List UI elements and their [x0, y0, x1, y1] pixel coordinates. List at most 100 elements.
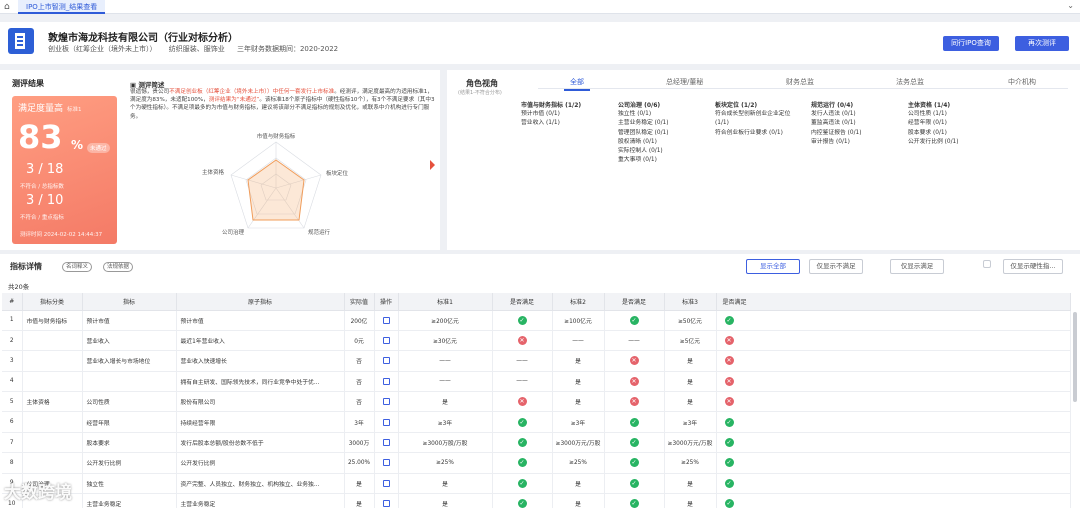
- table-cell: 经营年限: [82, 411, 177, 433]
- table-cell: ≥3000万元/万股: [552, 432, 605, 454]
- table-cell: 独立性: [82, 473, 177, 495]
- table-cell: 4: [2, 371, 23, 393]
- table-cell: ——: [398, 350, 493, 372]
- col-met2: 是否满足: [604, 293, 665, 311]
- table-cell: 3: [2, 350, 23, 372]
- table-cell: ≥3年: [552, 411, 605, 433]
- check-icon: ✓: [517, 499, 527, 508]
- show-met-button[interactable]: 仅显示满足: [890, 259, 944, 274]
- table-cell: 7: [2, 432, 23, 454]
- edit-icon[interactable]: [382, 316, 390, 324]
- edit-icon[interactable]: [382, 337, 390, 345]
- table-cell[interactable]: [374, 310, 399, 331]
- table-cell: ✓: [716, 473, 1071, 495]
- show-all-button[interactable]: 显示全部: [746, 259, 800, 274]
- table-cell: ✓: [492, 411, 553, 433]
- edit-icon[interactable]: [382, 398, 390, 406]
- col-std1: 标准1: [398, 293, 493, 311]
- tab-all[interactable]: 全部: [564, 77, 590, 91]
- regulation-chip[interactable]: 法规依据: [103, 262, 134, 272]
- check-icon: ✓: [724, 417, 734, 427]
- table-cell: ——: [492, 371, 553, 393]
- edit-icon[interactable]: [382, 459, 390, 467]
- table-scrollbar[interactable]: [1073, 312, 1077, 402]
- table-cell[interactable]: [374, 432, 399, 454]
- table-cell: 3年: [344, 411, 375, 433]
- peer-ipo-query-button[interactable]: 同行IPO查询: [943, 36, 999, 51]
- table-cell: 是: [552, 391, 605, 413]
- retest-button[interactable]: 再次测评: [1015, 36, 1069, 51]
- table-cell: 否: [344, 350, 375, 372]
- table-cell: 1: [2, 310, 23, 331]
- tab-intermediary[interactable]: 中介机构: [1008, 77, 1036, 87]
- company-header: 敦煌市海龙科技有限公司（行业对标分析） 创业板（红筹企业（境外未上市）） 纺织服…: [0, 22, 1080, 64]
- cross-icon: ✕: [724, 397, 734, 407]
- edit-icon[interactable]: [382, 500, 390, 508]
- check-icon: ✓: [724, 315, 734, 325]
- table-cell: ✓: [604, 411, 665, 433]
- table-row: 8 公开发行比例 公开发行比例 25.00% ≥25% ✓ ≥25% ✓ ≥25% ✓: [2, 452, 1071, 474]
- tab-bar: ⌂ IPO上市智测_结果查看 ⌄: [0, 0, 1080, 14]
- table-cell: 拥有自主研发、国际领先技术，同行业竞争中处于优...: [176, 371, 345, 393]
- table-cell: [22, 411, 83, 433]
- col-actual: 实际值: [344, 293, 375, 311]
- roles-panel: [447, 70, 1080, 250]
- check-icon: ✓: [629, 458, 639, 468]
- table-row: 10 主营业务稳定 主营业务稳定是是 ✓ 是 ✓ 是 ✓: [2, 493, 1071, 508]
- chevron-down-icon[interactable]: ⌄: [1067, 1, 1074, 10]
- table-cell: 预计市值: [176, 310, 345, 331]
- table-cell: 是: [552, 473, 605, 495]
- company-name: 敦煌市海龙科技有限公司（行业对标分析）: [48, 33, 238, 44]
- table-cell[interactable]: [374, 493, 399, 508]
- table-cell: 股份有限公司: [176, 391, 345, 413]
- col-atomic: 原子指标: [176, 293, 345, 311]
- check-icon: ✓: [629, 315, 639, 325]
- table-cell[interactable]: [374, 350, 399, 372]
- hard-only-checkbox[interactable]: [983, 260, 991, 268]
- edit-icon[interactable]: [382, 377, 390, 385]
- table-cell: 是: [664, 493, 717, 508]
- table-row: 4 拥有自主研发、国际领先技术，同行业竞争中处于优... 否 —— —— 是 ✕ 是 ✕: [2, 371, 1071, 393]
- tab-cfo[interactable]: 财务总监: [786, 77, 814, 87]
- table-cell: 是: [664, 371, 717, 393]
- cross-icon: ✕: [724, 336, 734, 346]
- edit-icon[interactable]: [382, 479, 390, 487]
- table-cell: 是: [552, 371, 605, 393]
- table-cell: [22, 350, 83, 372]
- col-category: 指标分类: [22, 293, 83, 311]
- show-hard-button[interactable]: 仅显示硬性指...: [1003, 259, 1063, 274]
- table-cell[interactable]: [374, 391, 399, 413]
- tab-legal[interactable]: 法务总监: [896, 77, 924, 87]
- edit-icon[interactable]: [382, 357, 390, 365]
- score-unit: %: [71, 138, 84, 152]
- edit-icon[interactable]: [382, 418, 390, 426]
- arrow-right-icon[interactable]: [430, 160, 435, 170]
- test-time: 测评时间 2024-02-02 14:44:37: [20, 232, 103, 238]
- table-cell: 营业收入增长与市场地位: [82, 350, 177, 372]
- table-cell[interactable]: [374, 473, 399, 495]
- table-cell[interactable]: [374, 371, 399, 393]
- table-cell: ✓: [716, 452, 1071, 474]
- table-cell: ——: [604, 330, 665, 352]
- table-cell: ✓: [716, 493, 1071, 508]
- table-cell: ≥25%: [664, 452, 717, 474]
- show-unmet-button[interactable]: 仅显示不满足: [809, 259, 863, 274]
- table-cell: 是: [552, 493, 605, 508]
- check-icon: ✓: [724, 478, 734, 488]
- table-cell[interactable]: [374, 452, 399, 474]
- table-cell[interactable]: [374, 330, 399, 352]
- cross-icon: ✕: [629, 356, 639, 366]
- table-cell: 公开发行比例: [176, 452, 345, 474]
- tab-ipo-result[interactable]: IPO上市智测_结果查看: [18, 0, 106, 14]
- table-cell: ≥30亿元: [398, 330, 493, 352]
- home-icon[interactable]: ⌂: [4, 2, 14, 12]
- edit-icon[interactable]: [382, 439, 390, 447]
- glossary-chip[interactable]: 名词释义: [62, 262, 93, 272]
- col-met3: 是否满足: [716, 293, 1071, 311]
- tab-gm[interactable]: 总经理/董秘: [666, 77, 703, 87]
- table-cell[interactable]: [374, 411, 399, 433]
- table-cell: 是: [664, 350, 717, 372]
- table-cell: ≥25%: [398, 452, 493, 474]
- table-cell: 3000万: [344, 432, 375, 454]
- desc-text: 很遗憾，贵公司不满足创业板（红筹企业（境外未上市））中任何一套发行上市标准。经测…: [130, 89, 435, 120]
